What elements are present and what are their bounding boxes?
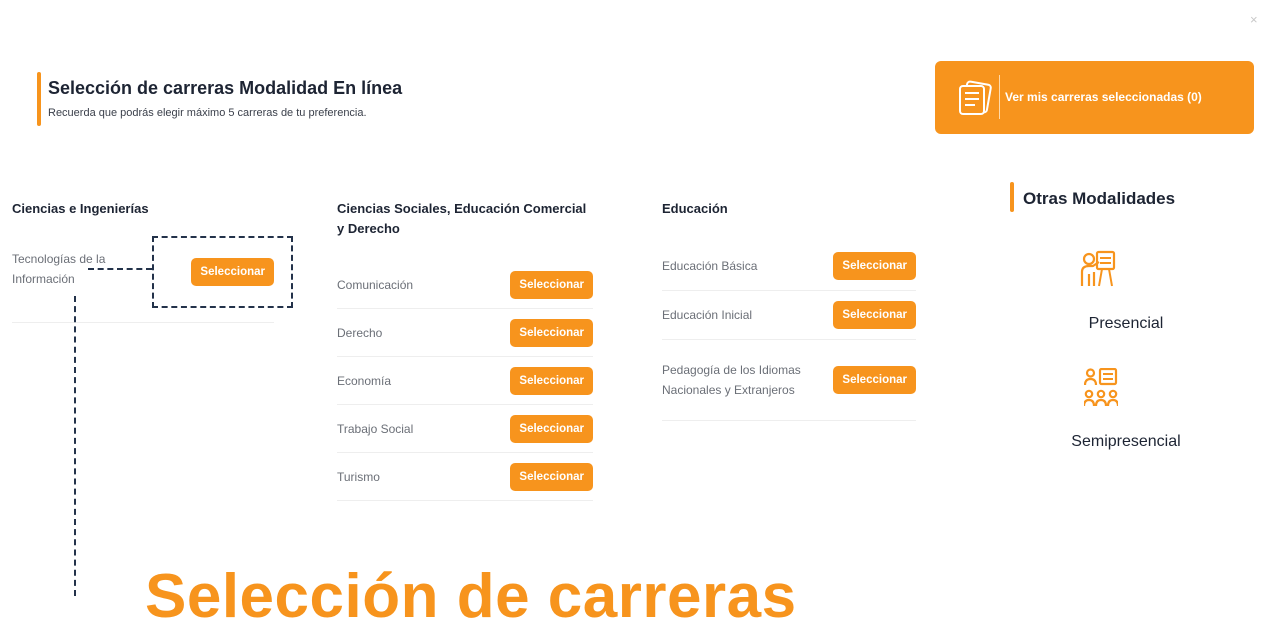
- view-selected-careers-button[interactable]: Ver mis carreras seleccionadas (0): [935, 61, 1254, 134]
- career-row: Comunicación Seleccionar: [337, 261, 593, 309]
- career-row: Pedagogía de los Idiomas Nacionales y Ex…: [662, 340, 916, 421]
- career-name: Economía: [337, 373, 392, 388]
- sidebar-title: Otras Modalidades: [1023, 189, 1176, 208]
- view-selected-careers-label: Ver mis carreras seleccionadas (0): [1005, 90, 1202, 104]
- annotation-dashed-line: [74, 296, 76, 596]
- career-name: Educación Básica: [662, 259, 758, 273]
- modality-semipresencial[interactable]: Semipresencial: [1026, 433, 1226, 451]
- select-career-button[interactable]: Seleccionar: [510, 366, 593, 395]
- career-name: Turismo: [337, 469, 380, 484]
- select-career-button[interactable]: Seleccionar: [510, 318, 593, 347]
- career-name: Educación Inicial: [662, 308, 753, 322]
- modality-presencial[interactable]: Presencial: [1026, 315, 1226, 333]
- annotation-dashed-connector: [88, 268, 152, 270]
- annotation-dashed-box: [152, 236, 293, 308]
- career-name: Trabajo Social: [337, 421, 414, 436]
- career-name: Derecho: [337, 325, 383, 340]
- teacher-board-icon[interactable]: [1080, 250, 1116, 288]
- select-career-button[interactable]: Seleccionar: [510, 414, 593, 443]
- career-row: Educación Inicial Seleccionar: [662, 291, 916, 340]
- select-career-button[interactable]: Seleccionar: [833, 366, 916, 394]
- select-career-button[interactable]: Seleccionar: [510, 462, 593, 491]
- column-ciencias-sociales: Ciencias Sociales, Educación Comercial y…: [337, 199, 593, 501]
- select-career-button[interactable]: Seleccionar: [833, 252, 916, 280]
- career-name: Comunicación: [337, 277, 414, 292]
- career-row: Derecho Seleccionar: [337, 309, 593, 357]
- career-row: Economía Seleccionar: [337, 357, 593, 405]
- cta-divider: [999, 75, 1000, 119]
- career-row: Turismo Seleccionar: [337, 453, 593, 501]
- page-subtitle: Recuerda que podrás elegir máximo 5 carr…: [48, 107, 367, 119]
- page-title: Selección de carreras Modalidad En línea: [48, 78, 403, 98]
- overlay-heading: Selección de carreras: [145, 562, 797, 631]
- column-educacion: Educación Educación Básica Seleccionar E…: [662, 199, 916, 421]
- select-career-button[interactable]: Seleccionar: [833, 301, 916, 329]
- group-board-icon[interactable]: [1084, 368, 1118, 408]
- select-career-button[interactable]: Seleccionar: [510, 270, 593, 299]
- career-row: Educación Básica Seleccionar: [662, 242, 916, 291]
- career-row: Trabajo Social Seleccionar: [337, 405, 593, 453]
- sidebar-accent-bar: [1010, 182, 1014, 212]
- documents-icon: [959, 80, 992, 115]
- column-title: Educación: [662, 201, 728, 216]
- column-title: Ciencias Sociales, Educación Comercial y…: [337, 201, 587, 236]
- close-icon[interactable]: ×: [1250, 12, 1258, 27]
- header-accent-bar: [37, 72, 41, 126]
- column-title: Ciencias e Ingenierías: [12, 201, 149, 216]
- career-name: Pedagogía de los Idiomas Nacionales y Ex…: [662, 363, 801, 397]
